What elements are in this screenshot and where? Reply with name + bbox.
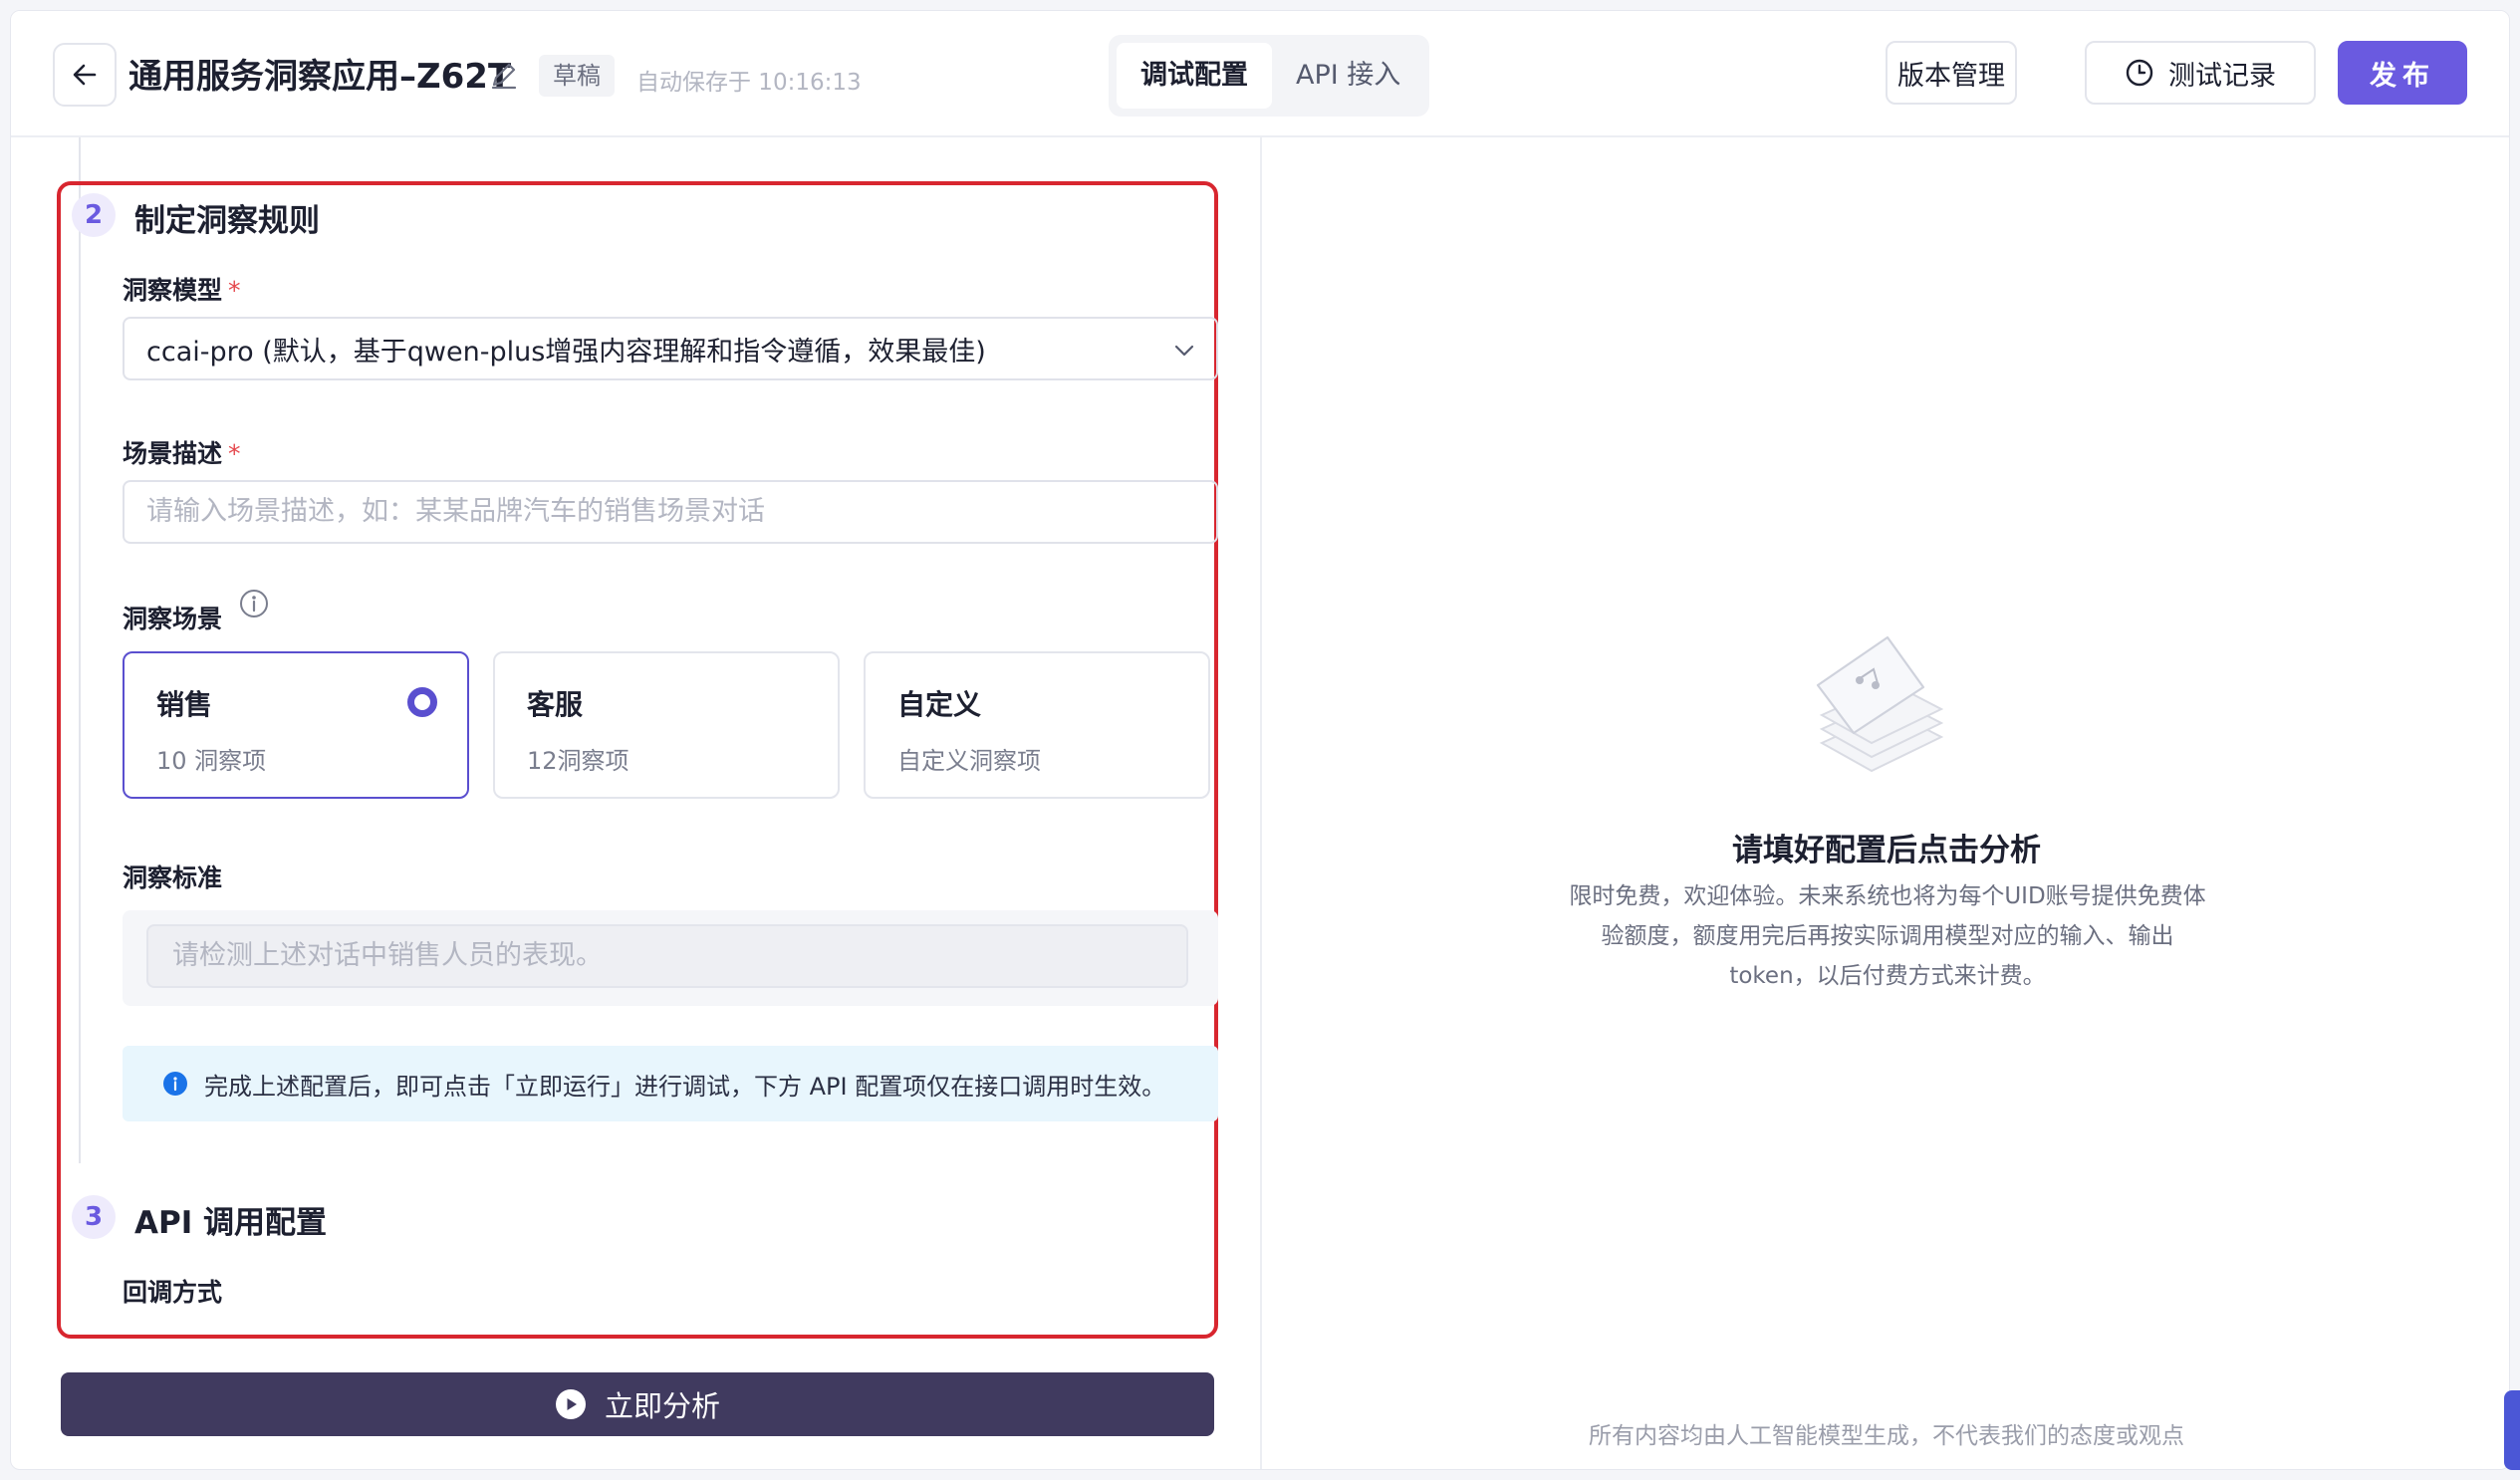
mode-tabs: 调试配置 API 接入 — [1109, 35, 1429, 117]
autosave-status: 自动保存于 10:16:13 — [636, 70, 862, 96]
tab-api-access[interactable]: API 接入 — [1272, 43, 1424, 109]
draft-status-badge: 草稿 — [539, 55, 615, 97]
analyze-now-label: 立即分析 — [604, 1389, 720, 1423]
section-title-insight-rules: 制定洞察规则 — [134, 203, 320, 239]
section-title-api-config: API 调用配置 — [134, 1205, 328, 1241]
info-icon[interactable] — [238, 588, 270, 619]
tab-debug-config[interactable]: 调试配置 — [1117, 43, 1272, 109]
step-number-2: 2 — [72, 193, 116, 237]
edit-pencil-icon[interactable] — [487, 59, 521, 93]
scene-card-title: 客服 — [527, 688, 584, 721]
result-panel: 请填好配置后点击分析 限时免费，欢迎体验。未来系统也将为每个UID账号提供免费体… — [1260, 137, 2509, 1469]
scene-card-count: 10 洞察项 — [156, 747, 267, 775]
scene-desc-label-text: 场景描述 — [123, 439, 223, 468]
notice-text: 完成上述配置后，即可点击「立即运行」进行调试，下方 API 配置项仅在接口调用时… — [204, 1072, 1166, 1101]
empty-state-title: 请填好配置后点击分析 — [1732, 833, 2041, 868]
model-select[interactable]: ccai-pro (默认，基于qwen-plus增强内容理解和指令遵循，效果最佳… — [123, 317, 1218, 380]
scene-field-label: 洞察场景 — [123, 605, 223, 633]
publish-label: 发布 — [2370, 60, 2435, 92]
chevron-down-icon — [1174, 345, 1194, 357]
version-management-label: 版本管理 — [1897, 60, 2005, 92]
standard-field-label: 洞察标准 — [123, 863, 223, 892]
app-window: 通用服务洞察应用–Z62T 草稿 自动保存于 10:16:13 调试配置 API… — [10, 10, 2510, 1470]
arrow-left-icon — [73, 64, 97, 86]
scene-card-count: 自定义洞察项 — [897, 747, 1041, 775]
scene-card-count: 12洞察项 — [527, 747, 630, 775]
scene-card-title: 销售 — [156, 688, 213, 721]
config-notice: 完成上述配置后，即可点击「立即运行」进行调试，下方 API 配置项仅在接口调用时… — [123, 1046, 1218, 1121]
test-history-button[interactable]: 测试记录 — [2085, 41, 2316, 105]
ai-disclaimer: 所有内容均由人工智能模型生成，不代表我们的态度或观点 — [1589, 1423, 2184, 1449]
model-label-text: 洞察模型 — [123, 276, 223, 305]
standard-field-container: 请检测上述对话中销售人员的表现。 — [123, 910, 1218, 1006]
floating-side-tab[interactable] — [2504, 1390, 2520, 1470]
step-number-3: 3 — [72, 1195, 116, 1239]
radio-selected-icon[interactable] — [407, 687, 437, 717]
test-history-label: 测试记录 — [2168, 60, 2276, 92]
required-mark: * — [228, 276, 241, 305]
scene-card-title: 自定义 — [897, 688, 982, 721]
required-mark: * — [228, 439, 241, 468]
play-circle-icon — [555, 1389, 586, 1419]
scene-card-service[interactable]: 客服 12洞察项 — [493, 651, 840, 799]
clock-icon — [2126, 59, 2153, 87]
scene-card-sales[interactable]: 销售 10 洞察项 — [123, 651, 469, 799]
analyze-now-button[interactable]: 立即分析 — [61, 1372, 1214, 1436]
info-filled-icon — [163, 1072, 187, 1096]
scene-desc-field-label: 场景描述 * — [123, 434, 241, 470]
top-header: 通用服务洞察应用–Z62T 草稿 自动保存于 10:16:13 调试配置 API… — [11, 11, 2509, 137]
standard-input[interactable]: 请检测上述对话中销售人员的表现。 — [146, 924, 1188, 988]
back-button[interactable] — [53, 43, 117, 107]
config-panel: 2 制定洞察规则 洞察模型 * ccai-pro (默认，基于qwen-plus增… — [11, 137, 1260, 1469]
scene-description-input[interactable]: 请输入场景描述，如：某某品牌汽车的销售场景对话 — [123, 480, 1218, 544]
publish-button[interactable]: 发布 — [2338, 41, 2467, 105]
version-management-button[interactable]: 版本管理 — [1886, 41, 2017, 105]
scene-card-custom[interactable]: 自定义 自定义洞察项 — [864, 651, 1210, 799]
app-title: 通用服务洞察应用–Z62T — [128, 57, 512, 97]
model-field-label: 洞察模型 * — [123, 271, 241, 307]
empty-state-document-icon — [1816, 635, 1944, 773]
callback-field-label: 回调方式 — [123, 1278, 223, 1307]
empty-state-description: 限时免费，欢迎体验。未来系统也将为每个UID账号提供免费体验额度，额度用完后再按… — [1569, 883, 2206, 989]
model-select-value: ccai-pro (默认，基于qwen-plus增强内容理解和指令遵循，效果最佳… — [146, 336, 986, 368]
